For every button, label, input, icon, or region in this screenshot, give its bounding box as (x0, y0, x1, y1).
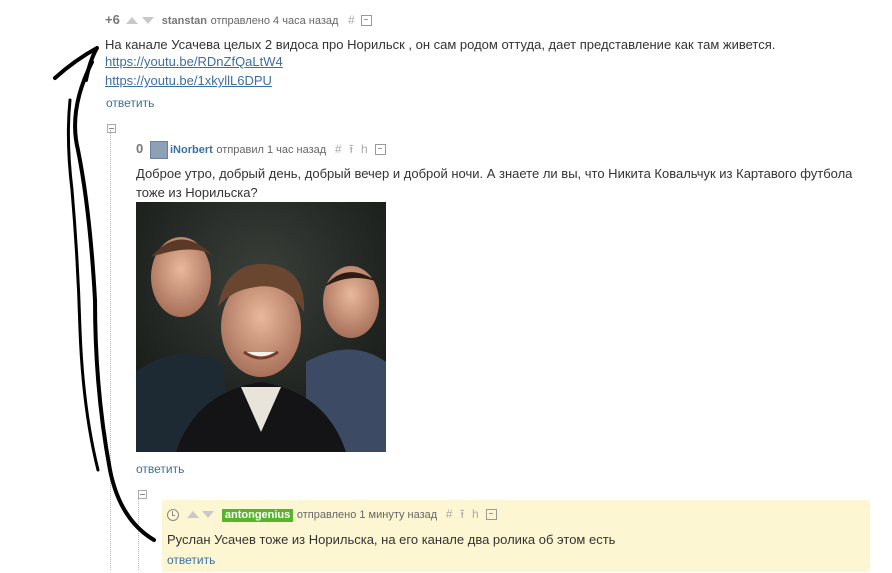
hand-drawn-arrow (53, 46, 156, 542)
